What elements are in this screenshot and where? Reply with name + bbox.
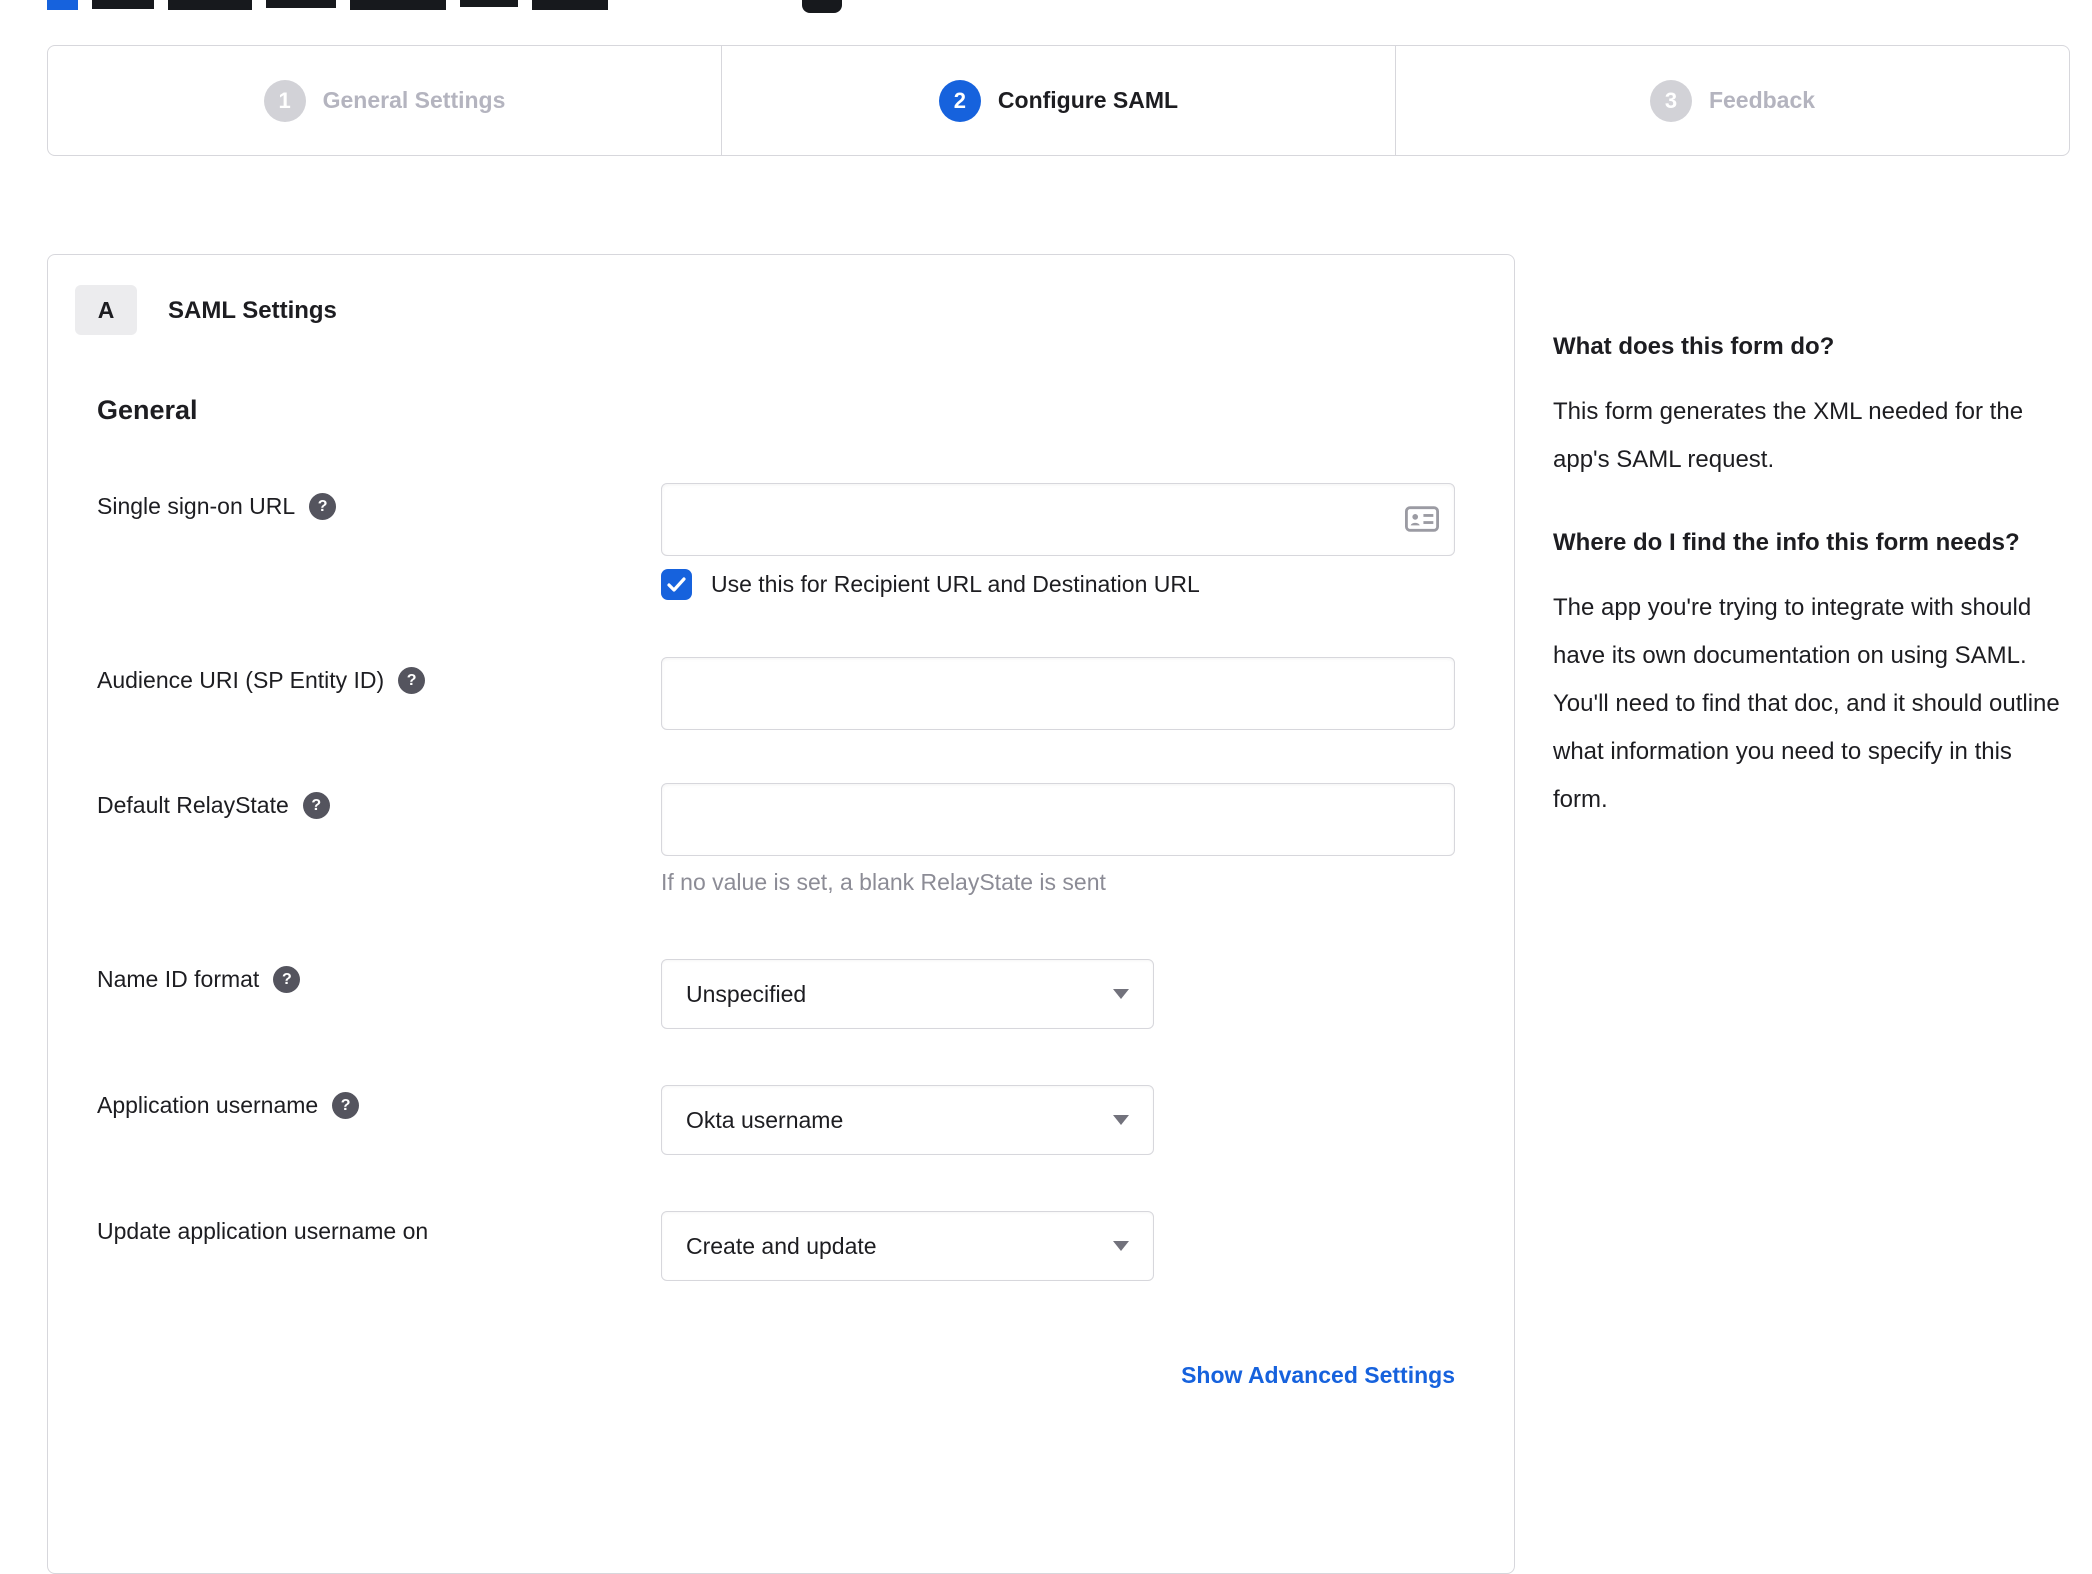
name-id-format-label-text: Name ID format (97, 966, 260, 992)
update-username-select[interactable]: Create and update (661, 1211, 1154, 1281)
clipped-header-fragment (460, 0, 518, 7)
application-username-select[interactable]: Okta username (661, 1085, 1154, 1155)
sso-url-help-icon[interactable]: ? (309, 493, 337, 520)
step-number: 3 (1649, 79, 1692, 122)
sso-url-input[interactable] (661, 483, 1455, 556)
step-label: Configure SAML (997, 87, 1179, 113)
help-panel: What does this form do? This form genera… (1553, 330, 2065, 866)
update-username-label: Update application username on (97, 1218, 428, 1245)
step-number: 1 (263, 79, 306, 122)
recipient-url-checkbox[interactable] (661, 569, 692, 600)
step-label: General Settings (322, 87, 506, 113)
name-id-format-label: Name ID format ? (97, 966, 301, 993)
sso-url-label: Single sign-on URL ? (97, 493, 337, 520)
update-username-label-text: Update application username on (97, 1218, 429, 1244)
relay-state-input[interactable] (661, 783, 1455, 856)
sso-url-label-text: Single sign-on URL (97, 493, 296, 519)
chevron-down-icon (1113, 1241, 1129, 1251)
audience-uri-help-icon[interactable]: ? (398, 667, 426, 694)
name-id-format-help-icon[interactable]: ? (273, 966, 301, 993)
step-label: Feedback (1708, 87, 1816, 113)
help-q1-title: What does this form do? (1553, 333, 1835, 360)
saml-settings-card: A SAML Settings General Single sign-on U… (47, 254, 1515, 1574)
relay-state-helper: If no value is set, a blank RelayState i… (661, 869, 1106, 895)
clipped-header-fragment (266, 0, 336, 8)
step-general-settings[interactable]: 1 General Settings (48, 46, 721, 155)
general-heading: General (97, 395, 198, 425)
clipped-header-fragment (47, 0, 78, 10)
clipped-header-fragment (168, 0, 252, 10)
section-badge: A (75, 285, 137, 335)
relay-state-help-icon[interactable]: ? (302, 792, 330, 819)
application-username-help-icon[interactable]: ? (332, 1092, 360, 1119)
application-username-value: Okta username (686, 1106, 844, 1133)
clipped-header-icon (802, 0, 842, 13)
help-q2-title: Where do I find the info this form needs… (1553, 529, 2020, 556)
application-username-label-text: Application username (97, 1092, 319, 1118)
clipped-header-fragment (532, 0, 608, 10)
audience-uri-label: Audience URI (SP Entity ID) ? (97, 667, 426, 694)
chevron-down-icon (1113, 1115, 1129, 1125)
application-username-label: Application username ? (97, 1092, 360, 1119)
step-number: 2 (938, 79, 981, 122)
clipped-header-fragment (350, 0, 446, 10)
check-icon (667, 577, 686, 592)
name-id-format-value: Unspecified (686, 980, 807, 1007)
clipped-header-fragment (92, 0, 154, 9)
recipient-url-checkbox-row: Use this for Recipient URL and Destinati… (661, 569, 1200, 600)
help-q1-body: This form generates the XML needed for t… (1553, 398, 2024, 473)
relay-state-label-text: Default RelayState (97, 792, 289, 818)
audience-uri-input[interactable] (661, 657, 1455, 730)
contact-card-icon (1405, 506, 1439, 532)
help-q2-body: The app you're trying to integrate with … (1553, 594, 2060, 813)
chevron-down-icon (1113, 989, 1129, 999)
name-id-format-select[interactable]: Unspecified (661, 959, 1154, 1029)
step-configure-saml[interactable]: 2 Configure SAML (721, 46, 1395, 155)
section-title: SAML Settings (168, 297, 337, 324)
audience-uri-label-text: Audience URI (SP Entity ID) (97, 667, 385, 693)
show-advanced-settings-link[interactable]: Show Advanced Settings (661, 1362, 1455, 1389)
recipient-url-checkbox-label: Use this for Recipient URL and Destinati… (711, 571, 1200, 597)
update-username-value: Create and update (686, 1232, 877, 1259)
step-feedback[interactable]: 3 Feedback (1395, 46, 2069, 155)
wizard-stepper: 1 General Settings 2 Configure SAML 3 Fe… (47, 45, 2070, 156)
relay-state-label: Default RelayState ? (97, 792, 330, 819)
